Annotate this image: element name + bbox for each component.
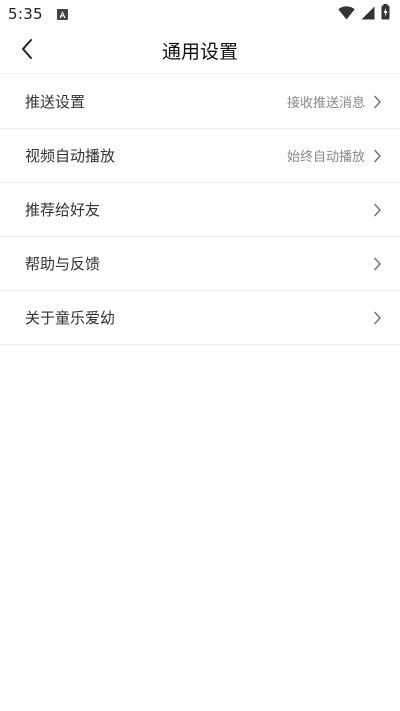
settings-item-recommend[interactable]: 推荐给好友	[0, 183, 400, 237]
chevron-right-icon	[373, 95, 382, 109]
chevron-right-icon	[373, 203, 382, 217]
settings-item-push[interactable]: 推送设置 接收推送消息	[0, 75, 400, 129]
status-right	[338, 4, 390, 24]
settings-item-help[interactable]: 帮助与反馈	[0, 237, 400, 291]
settings-item-label: 推送设置	[25, 93, 86, 111]
settings-item-label: 帮助与反馈	[25, 255, 101, 273]
settings-item-label: 推荐给好友	[25, 201, 101, 219]
settings-item-about[interactable]: 关于童乐爱幼	[0, 291, 400, 345]
status-left: 5:35	[8, 5, 68, 23]
settings-item-right	[365, 203, 382, 217]
signal-icon	[361, 5, 375, 24]
settings-item-value: 始终自动播放	[286, 150, 365, 165]
settings-list: 推送设置 接收推送消息 视频自动播放 始终自动播放 推荐给好友 帮助与反馈 关于…	[0, 75, 400, 345]
title-bar: 通用设置	[0, 28, 400, 74]
page-title: 通用设置	[161, 41, 238, 63]
status-time: 5:35	[8, 5, 43, 23]
wifi-icon	[338, 5, 355, 24]
battery-charging-icon	[381, 4, 390, 24]
settings-item-right: 始终自动播放	[287, 146, 382, 165]
settings-item-label: 关于童乐爱幼	[25, 309, 116, 327]
back-button[interactable]	[12, 36, 42, 66]
chevron-right-icon	[373, 257, 382, 271]
settings-item-label: 视频自动播放	[25, 147, 116, 165]
chevron-right-icon	[373, 311, 382, 325]
settings-item-autoplay[interactable]: 视频自动播放 始终自动播放	[0, 129, 400, 183]
status-bar: 5:35	[0, 0, 400, 28]
settings-item-right	[365, 257, 382, 271]
chevron-right-icon	[373, 149, 382, 163]
app-notification-icon	[56, 8, 68, 20]
settings-item-value: 接收推送消息	[286, 96, 365, 111]
chevron-left-icon	[20, 38, 34, 64]
settings-item-right: 接收推送消息	[287, 92, 382, 111]
settings-item-right	[365, 311, 382, 325]
